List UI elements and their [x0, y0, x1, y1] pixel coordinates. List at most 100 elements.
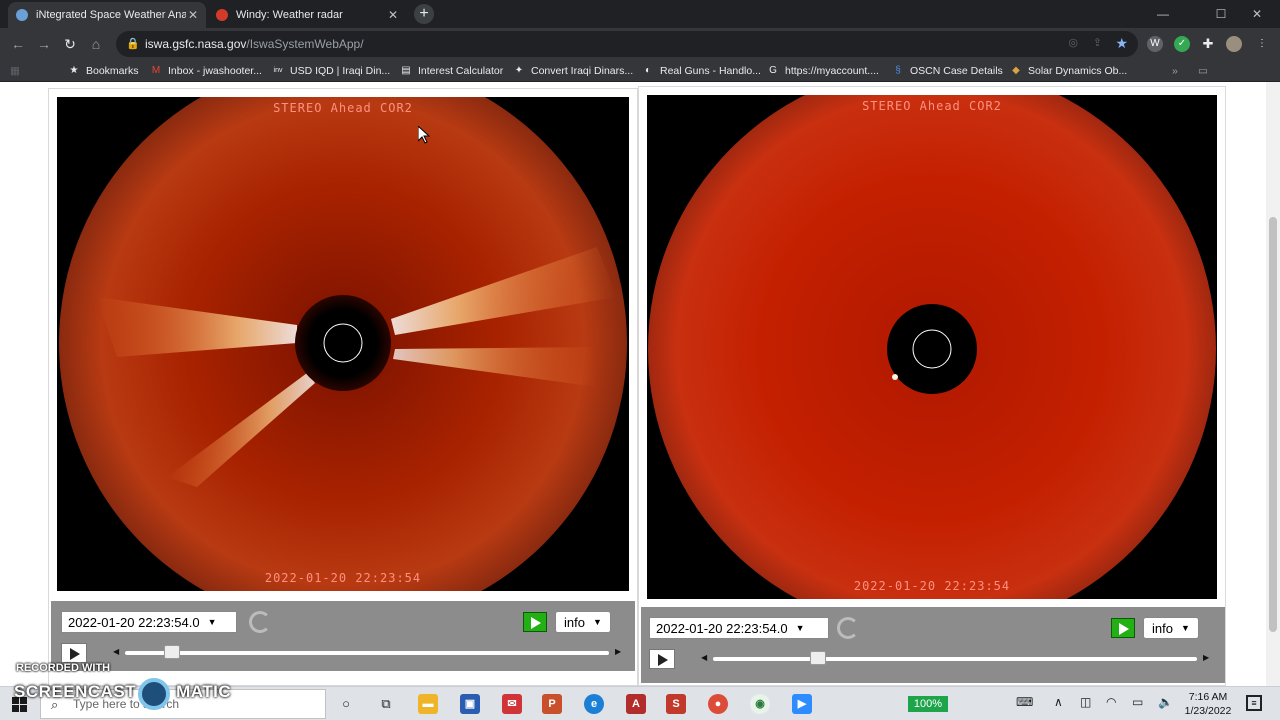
powerpoint-icon[interactable]: P — [542, 694, 562, 714]
currency-icon: ✦ — [514, 65, 524, 76]
movie-icon[interactable] — [1111, 618, 1135, 638]
reading-list-icon[interactable]: ▭ — [1198, 63, 1208, 79]
bookmarks-bar: ▦ ★ Bookmarks M Inbox - jwashooter... inv U… — [0, 60, 1280, 82]
play-button[interactable] — [649, 649, 675, 669]
frame-slider[interactable] — [713, 657, 1197, 661]
profile-avatar[interactable] — [1226, 36, 1242, 52]
occulter-disk — [887, 304, 977, 394]
tab-iswa[interactable]: iNtegrated Space Weather Analy ✕ — [8, 2, 206, 28]
inv-icon: inv — [273, 67, 283, 74]
lock-icon: 🔒 — [126, 38, 140, 50]
info-button[interactable]: info ▼ — [555, 611, 611, 633]
browser-toolbar: ← → ↻ ⌂ 🔒 iswa.gsfc.nasa.gov/IswaSystemW… — [0, 28, 1280, 60]
back-icon[interactable]: ← — [8, 34, 28, 54]
home-icon[interactable]: ⌂ — [86, 34, 106, 54]
refresh-icon[interactable] — [837, 617, 859, 639]
minimize-button[interactable]: — — [1140, 0, 1186, 28]
occulter-disk — [295, 295, 391, 391]
slider-left-arrow-icon[interactable]: ◀ — [113, 647, 119, 656]
zoom-icon[interactable]: ▶ — [792, 694, 812, 714]
chevron-down-icon: ▼ — [207, 617, 217, 627]
slider-left-arrow-icon[interactable]: ◀ — [701, 653, 707, 662]
keyboard-icon[interactable]: ⌨ — [1016, 695, 1033, 709]
bookmark-item[interactable]: ▤ Interest Calculator — [400, 63, 503, 79]
mouse-cursor-icon — [418, 126, 430, 144]
battery-indicator[interactable]: 100% — [908, 696, 948, 712]
google-icon: G — [769, 65, 777, 76]
volume-icon[interactable]: 🔈 — [1158, 695, 1173, 709]
network-icon[interactable]: ▭ — [1132, 695, 1143, 709]
chrome-icon[interactable]: ● — [708, 694, 728, 714]
refresh-icon[interactable] — [249, 611, 271, 633]
nasa-favicon-icon — [16, 9, 28, 21]
controls-bar-left: 2022-01-20 22:23:54.0 ▼ info ▼ ◀ ▶ — [51, 601, 635, 671]
date-select[interactable]: 2022-01-20 22:23:54.0 ▼ — [61, 611, 237, 633]
info-button[interactable]: info ▼ — [1143, 617, 1199, 639]
date-select[interactable]: 2022-01-20 22:23:54.0 ▼ — [649, 617, 829, 639]
extension-w-icon[interactable]: W — [1147, 36, 1163, 52]
close-window-button[interactable]: ✕ — [1234, 0, 1280, 28]
more-bookmarks-icon[interactable]: » — [1172, 63, 1178, 79]
chevron-up-icon[interactable]: ∧ — [1054, 695, 1063, 709]
reload-icon[interactable]: ↻ — [60, 34, 80, 54]
taskbar-clock[interactable]: 7:16 AM 1/23/2022 — [1178, 690, 1238, 718]
bookmark-item[interactable]: ◆ Solar Dynamics Ob... — [1010, 63, 1127, 79]
task-view-icon[interactable]: ⧉ — [376, 694, 396, 714]
chevron-down-icon: ▼ — [592, 617, 602, 627]
calculator-icon: ▤ — [401, 65, 411, 76]
bookmark-item[interactable]: inv USD IQD | Iraqi Din... — [272, 63, 391, 79]
apps-icon[interactable]: ▦ — [10, 63, 20, 79]
windy-favicon-icon — [216, 9, 228, 21]
bookmark-item[interactable]: ◐ Real Guns - Handlo... — [642, 63, 761, 79]
mail-icon[interactable]: ✉ — [502, 694, 522, 714]
close-tab-icon[interactable]: ✕ — [388, 8, 398, 22]
tab-windy[interactable]: Windy: Weather radar ✕ — [208, 2, 406, 28]
slider-right-arrow-icon[interactable]: ▶ — [615, 647, 621, 656]
coronagraph-svg-right — [648, 95, 1216, 599]
image-timestamp: 2022-01-20 22:23:54 — [264, 571, 422, 585]
bookmark-item[interactable]: ★ Bookmarks — [68, 63, 139, 79]
bookmark-item[interactable]: Ghttps://myaccount.... — [767, 63, 879, 79]
forward-icon[interactable]: → — [34, 34, 54, 54]
extension-check-icon[interactable]: ✓ — [1174, 36, 1190, 52]
oscn-icon: § — [895, 65, 901, 76]
new-tab-button[interactable]: + — [414, 4, 434, 24]
tab-label: iNtegrated Space Weather Analy — [36, 9, 186, 21]
extensions-puzzle-icon[interactable]: ✚ — [1200, 36, 1216, 52]
store-icon[interactable]: ▣ — [460, 694, 480, 714]
slider-thumb[interactable] — [809, 651, 826, 665]
instrument-label: STEREO Ahead COR2 — [273, 101, 413, 115]
notification-icon[interactable]: ≡ — [1246, 695, 1262, 711]
address-bar[interactable]: 🔒 iswa.gsfc.nasa.gov/IswaSystemWebApp/ ◎… — [116, 31, 1138, 57]
close-tab-icon[interactable]: ✕ — [188, 8, 198, 22]
access-icon[interactable]: A — [626, 694, 646, 714]
screencastomatic-logo-icon — [138, 678, 170, 710]
movie-icon[interactable] — [523, 612, 547, 632]
app-s-icon[interactable]: S — [666, 694, 686, 714]
bookmark-star-icon[interactable]: ★ — [1115, 35, 1128, 52]
gmail-icon: M — [151, 65, 161, 76]
slider-right-arrow-icon[interactable]: ▶ — [1203, 653, 1209, 662]
cortana-icon[interactable]: ○ — [336, 694, 356, 714]
share-icon[interactable]: ⇪ — [1093, 36, 1102, 49]
image-timestamp: 2022-01-20 22:23:54 — [853, 579, 1011, 593]
recorder-icon[interactable]: ◉ — [750, 694, 770, 714]
bookmark-item[interactable]: § OSCN Case Details — [892, 63, 1003, 79]
page-scrollbar[interactable] — [1266, 82, 1280, 686]
tracking-icon[interactable]: ◎ — [1068, 36, 1078, 49]
page-content: STEREO Ahead COR2 2022-01-20 22:23:54 20… — [0, 82, 1280, 686]
frame-slider[interactable] — [125, 651, 609, 655]
scrollbar-thumb[interactable] — [1269, 217, 1277, 632]
edge-icon[interactable]: e — [584, 694, 604, 714]
tab-label: Windy: Weather radar — [236, 9, 343, 21]
image-panel-left: STEREO Ahead COR2 2022-01-20 22:23:54 20… — [48, 88, 638, 686]
slider-thumb[interactable] — [163, 645, 180, 659]
meet-icon[interactable]: ◫ — [1080, 695, 1091, 709]
wifi-icon[interactable]: ◠ — [1106, 695, 1116, 709]
play-button[interactable] — [61, 643, 87, 663]
bookmark-item[interactable]: M Inbox - jwashooter... — [150, 63, 262, 79]
bookmark-item[interactable]: ✦ Convert Iraqi Dinars... — [513, 63, 633, 79]
menu-kebab-icon[interactable]: ⋮ — [1254, 36, 1270, 52]
coronagraph-image-left: STEREO Ahead COR2 2022-01-20 22:23:54 — [57, 97, 629, 591]
file-explorer-icon[interactable]: ▬ — [418, 694, 438, 714]
